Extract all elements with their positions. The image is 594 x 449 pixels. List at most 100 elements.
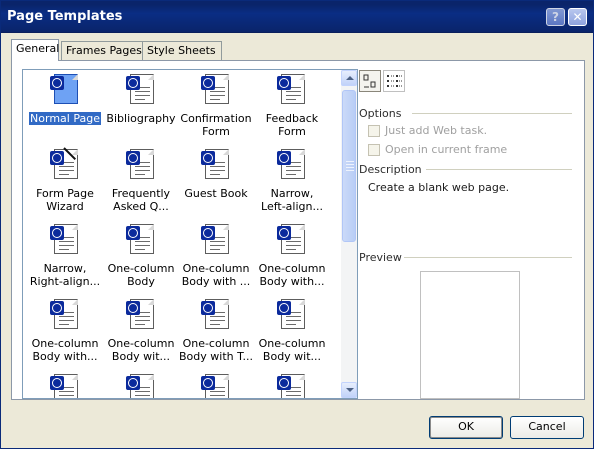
web-page-icon: [201, 74, 231, 108]
list-view-icon: [387, 75, 402, 87]
text-line: [59, 170, 74, 171]
text-line: [135, 174, 145, 175]
template-item[interactable]: Guest Book: [178, 149, 254, 200]
text-line: [210, 324, 220, 325]
globe-badge: [201, 76, 215, 90]
globe-badge: [126, 376, 140, 390]
template-item[interactable]: One-column Body wit...: [254, 299, 330, 363]
template-item[interactable]: Frequently Asked Q...: [103, 149, 179, 213]
just-add-web-task-checkbox[interactable]: [368, 125, 380, 137]
general-tab-panel: Normal Page Bibliography Confirmation Form F…: [11, 60, 585, 400]
tab-frames-pages[interactable]: Frames Pages: [61, 41, 145, 60]
globe-badge: [50, 301, 64, 315]
template-item[interactable]: Narrow, Right-align...: [27, 224, 103, 288]
template-list[interactable]: Normal Page Bibliography Confirmation Form F…: [22, 69, 358, 399]
text-line: [210, 245, 225, 246]
open-in-current-frame-label: Open in current frame: [385, 143, 508, 156]
template-label: One-column Body: [107, 262, 175, 288]
list-view-button[interactable]: [383, 70, 405, 92]
text-line: [135, 245, 150, 246]
text-line: [286, 245, 301, 246]
tab-style-sheets[interactable]: Style Sheets: [142, 41, 222, 60]
globe-badge: [277, 151, 291, 165]
template-label: Narrow, Left-align...: [261, 187, 323, 213]
template-item[interactable]: One-column Body with...: [254, 224, 330, 288]
template-item[interactable]: One-column Body with T...: [178, 299, 254, 363]
web-page-icon: [201, 299, 231, 333]
template-label: Normal Page: [29, 112, 101, 125]
template-label: Confirmation Form: [180, 112, 252, 138]
chevron-down-icon: [346, 388, 354, 392]
grip-line: [346, 170, 354, 171]
globe-badge: [201, 226, 215, 240]
template-item[interactable]: One-column Body wit...: [103, 299, 179, 363]
template-label: Bibliography: [106, 112, 176, 125]
scroll-up-button[interactable]: [341, 70, 357, 86]
template-item[interactable]: [178, 374, 254, 398]
template-label: Form Page Wizard: [36, 187, 94, 213]
options-heading: Options: [359, 107, 402, 120]
text-line: [135, 95, 150, 96]
template-item[interactable]: One-column Body with...: [27, 299, 103, 363]
grip-line: [346, 164, 354, 165]
cancel-button[interactable]: Cancel: [510, 416, 584, 439]
chevron-up-icon: [346, 76, 354, 80]
help-button[interactable]: ?: [546, 8, 565, 26]
open-in-current-frame-row[interactable]: Open in current frame: [368, 143, 507, 156]
just-add-web-task-row[interactable]: Just add Web task.: [368, 124, 487, 137]
template-item[interactable]: [27, 374, 103, 398]
template-label: One-column Body with ...: [181, 262, 251, 288]
vertical-scrollbar[interactable]: [341, 70, 357, 398]
tab-general[interactable]: General: [11, 39, 59, 61]
text-line: [210, 91, 225, 92]
text-line: [286, 170, 301, 171]
template-item[interactable]: Narrow, Left-align...: [254, 149, 330, 213]
text-line: [135, 99, 145, 100]
scroll-thumb[interactable]: [342, 90, 356, 242]
scroll-down-button[interactable]: [341, 382, 357, 398]
preview-pane: [420, 271, 520, 399]
web-page-icon: [50, 374, 80, 398]
template-item[interactable]: Bibliography: [103, 74, 179, 125]
open-in-current-frame-checkbox[interactable]: [368, 144, 380, 156]
large-icons-view-button[interactable]: [359, 70, 381, 92]
globe-badge: [201, 301, 215, 315]
title-bar[interactable]: Page Templates ? ✕: [1, 1, 593, 33]
template-item[interactable]: One-column Body: [103, 224, 179, 288]
template-item[interactable]: Form Page Wizard: [27, 147, 103, 213]
text-line: [59, 166, 74, 167]
web-page-icon: [50, 224, 80, 258]
globe-badge: [126, 301, 140, 315]
text-line: [286, 99, 296, 100]
template-item[interactable]: [103, 374, 179, 398]
text-line: [59, 174, 69, 175]
text-line: [210, 249, 220, 250]
close-button[interactable]: ✕: [568, 8, 587, 26]
template-item[interactable]: Normal Page: [27, 74, 103, 125]
text-line: [59, 241, 74, 242]
template-item[interactable]: Confirmation Form: [178, 74, 254, 138]
text-line: [135, 170, 150, 171]
grip-line: [346, 161, 354, 162]
text-line: [59, 245, 74, 246]
globe-badge: [201, 376, 215, 390]
template-item[interactable]: One-column Body with ...: [178, 224, 254, 288]
text-line: [210, 95, 225, 96]
text-line: [210, 174, 220, 175]
text-line: [286, 324, 296, 325]
text-line: [210, 170, 225, 171]
ok-button[interactable]: OK: [429, 416, 503, 439]
text-line: [210, 320, 225, 321]
options-divider: [412, 113, 572, 114]
template-item[interactable]: Feedback Form: [254, 74, 330, 138]
text-line: [135, 395, 150, 396]
template-label: One-column Body with T...: [179, 337, 254, 363]
web-page-icon: [277, 74, 307, 108]
text-line: [135, 166, 150, 167]
text-line: [135, 249, 145, 250]
text-line: [286, 249, 296, 250]
template-item[interactable]: [254, 374, 330, 398]
text-line: [59, 395, 74, 396]
text-line: [135, 91, 150, 92]
text-line: [59, 324, 69, 325]
